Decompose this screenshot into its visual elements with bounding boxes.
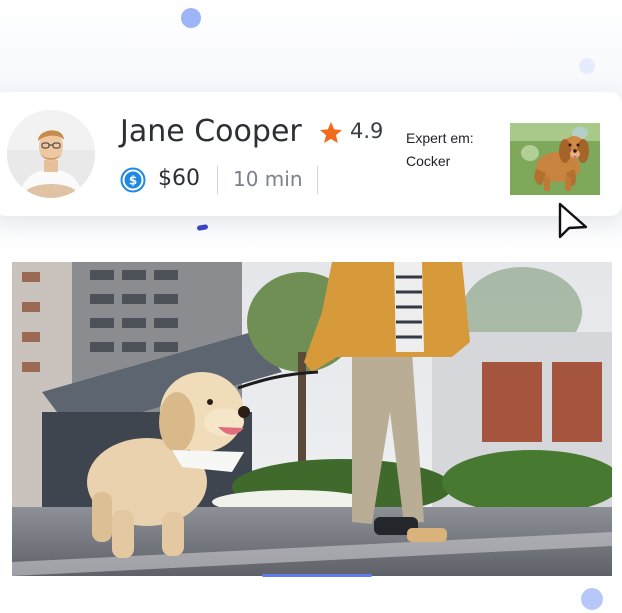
dollar-coin-icon: $ (120, 167, 146, 193)
svg-text:$: $ (129, 174, 137, 188)
walker-name: Jane Cooper (120, 114, 302, 149)
hero-underline (262, 574, 372, 577)
expert-label: Expert em: (406, 130, 474, 146)
divider (317, 166, 318, 194)
divider (217, 166, 218, 194)
decor-dot (579, 58, 595, 74)
dog-walk-hero-image (12, 262, 612, 576)
star-icon (319, 121, 343, 143)
decor-dot (581, 588, 603, 610)
decor-dot (181, 8, 201, 28)
price-value: $60 (158, 166, 200, 191)
walker-avatar (7, 110, 95, 198)
rating-value: 4.9 (350, 119, 384, 143)
cocker-dog-thumbnail (510, 123, 600, 195)
duration-value: 10 min (233, 167, 303, 191)
cursor-arrow-icon (558, 202, 588, 239)
expert-breed: Cocker (406, 153, 451, 169)
